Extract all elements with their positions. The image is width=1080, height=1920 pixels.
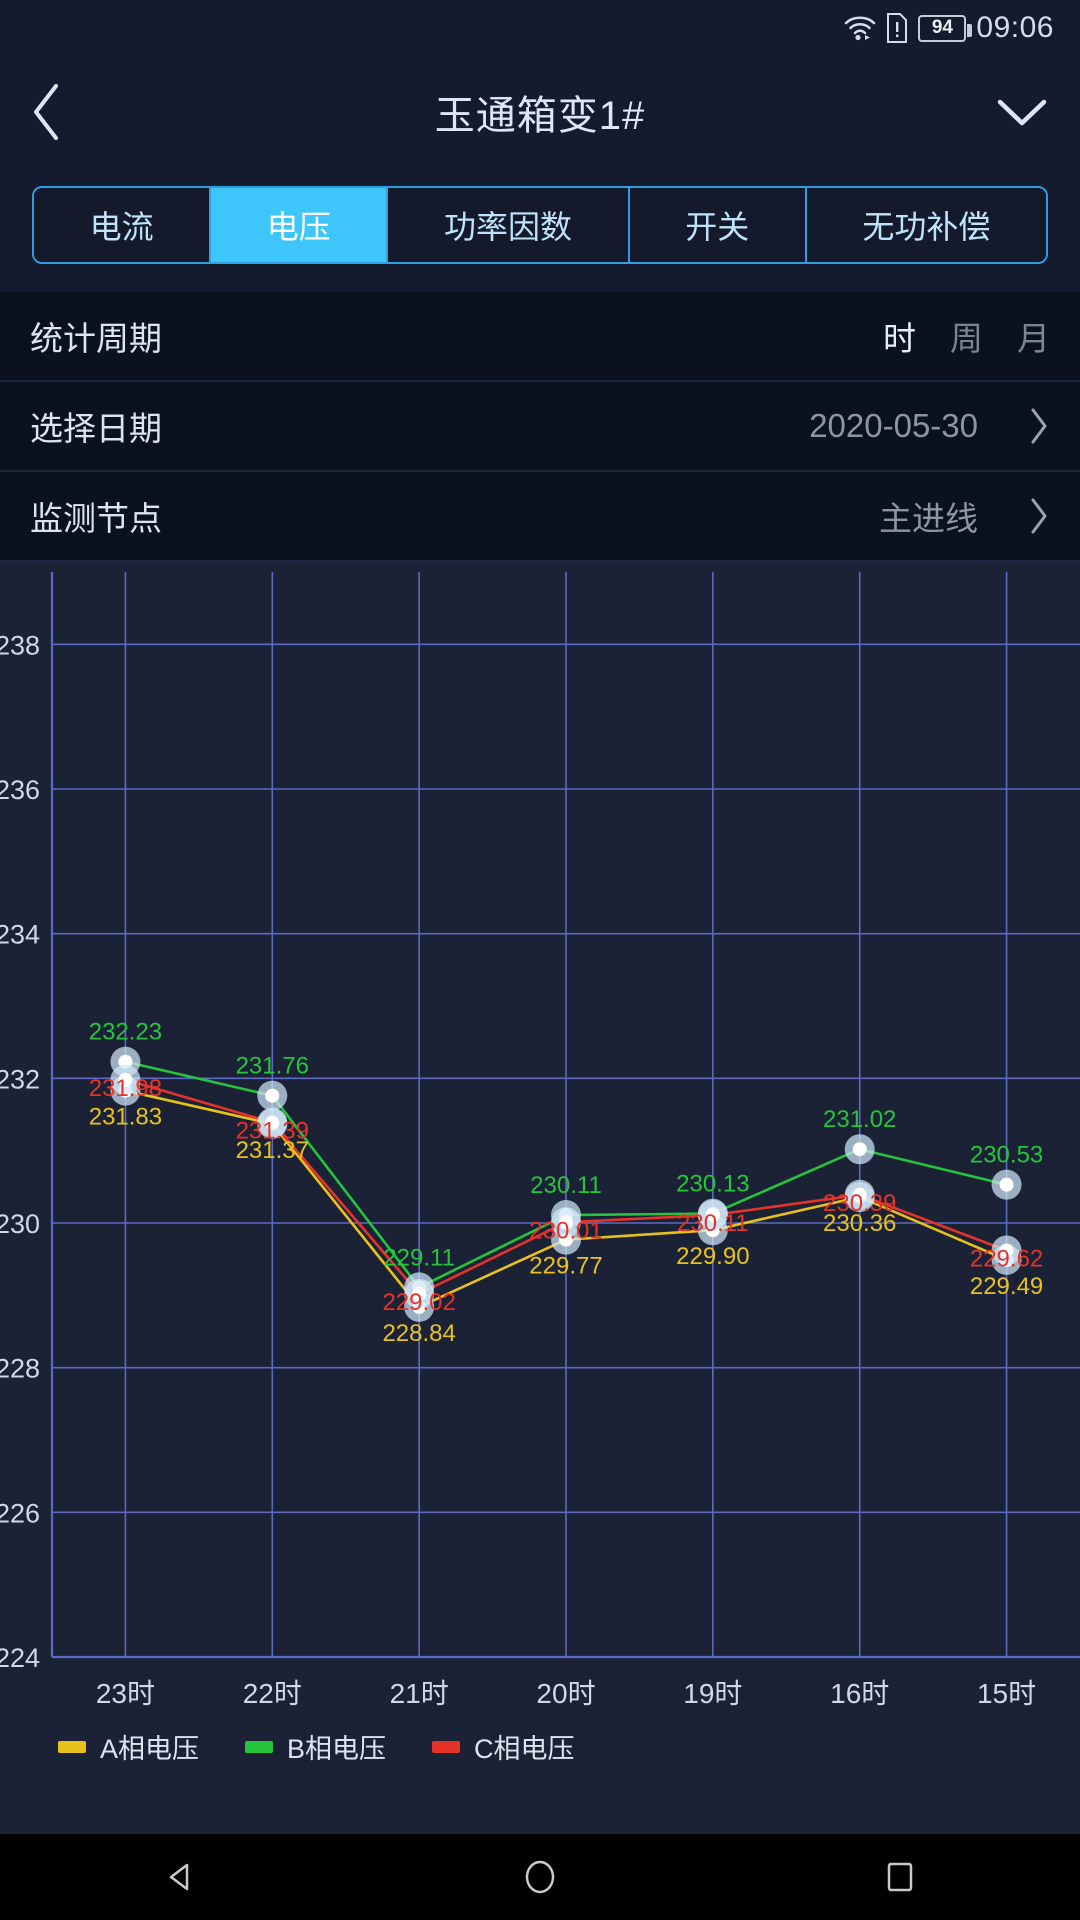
y-axis-tick: 234 <box>0 920 40 950</box>
legend-item-b-phase[interactable]: B相电压 <box>245 1727 386 1766</box>
period-option-month[interactable]: 月 <box>1017 312 1050 360</box>
date-label: 选择日期 <box>30 410 162 447</box>
data-point-label: 230.13 <box>676 1171 749 1198</box>
x-axis-tick: 22时 <box>243 1678 302 1709</box>
y-axis-tick: 224 <box>0 1643 40 1673</box>
data-point-label: 231.02 <box>823 1106 896 1133</box>
y-axis-tick: 232 <box>0 1064 40 1094</box>
chart-legend: A相电压 B相电压 C相电压 <box>0 1727 1080 1766</box>
x-axis-tick: 21时 <box>390 1678 449 1709</box>
node-value: 主进线 <box>879 500 978 537</box>
legend-label-b: B相电压 <box>287 1734 387 1764</box>
chevron-down-icon[interactable] <box>980 94 1050 130</box>
tab-switch[interactable]: 开关 <box>629 188 807 262</box>
tab-reactive-compensation[interactable]: 无功补偿 <box>806 188 1046 262</box>
voltage-line-chart: 224 226 228 230 232 234 236 238 23时 22时 21时 20时 19时 1… <box>0 562 1080 1852</box>
data-point-label: 231.39 <box>236 1117 309 1144</box>
period-option-hour[interactable]: 时 <box>883 312 916 360</box>
back-chevron-icon[interactable] <box>30 82 100 142</box>
row-select-date[interactable]: 选择日期 2020-05-30 <box>0 382 1080 472</box>
legend-swatch-b <box>245 1740 274 1753</box>
node-value-group: 主进线 <box>879 492 1050 540</box>
legend-swatch-a <box>58 1740 86 1753</box>
status-time: 09:06 <box>976 11 1054 44</box>
data-point-label: 229.90 <box>676 1243 749 1270</box>
app-screen: 94 09:06 玉通箱变1# 电流 电压 功率因数 开关 无功补偿 统计周期 <box>0 0 1080 1920</box>
wifi-icon <box>844 14 876 42</box>
period-option-week[interactable]: 周 <box>950 312 983 360</box>
data-point-label: 228.84 <box>382 1320 455 1347</box>
tab-group: 电流 电压 功率因数 开关 无功补偿 <box>32 186 1048 264</box>
x-axis-tick: 23时 <box>96 1678 155 1709</box>
row-statistics-period: 统计周期 时 周 月 <box>0 292 1080 382</box>
x-axis-tick: 16时 <box>830 1678 889 1709</box>
period-label: 统计周期 <box>30 320 162 357</box>
period-options: 时 周 月 <box>883 312 1050 360</box>
tab-bar: 电流 电压 功率因数 开关 无功补偿 <box>0 168 1080 292</box>
legend-item-c-phase[interactable]: C相电压 <box>432 1727 575 1766</box>
tab-voltage[interactable]: 电压 <box>211 188 389 262</box>
row-monitor-node[interactable]: 监测节点 主进线 <box>0 472 1080 562</box>
date-value-group: 2020-05-30 <box>809 406 1050 446</box>
tab-current[interactable]: 电流 <box>34 188 212 262</box>
legend-item-a-phase[interactable]: A相电压 <box>58 1727 199 1766</box>
data-point-label: 230.01 <box>529 1217 602 1244</box>
x-axis-tick: 20时 <box>536 1678 595 1709</box>
nav-home-icon[interactable] <box>480 1853 600 1901</box>
x-axis-tick: 19时 <box>683 1678 742 1709</box>
nav-back-icon[interactable] <box>120 1853 240 1901</box>
title-bar: 玉通箱变1# <box>0 56 1080 168</box>
nav-recents-icon[interactable] <box>840 1853 960 1901</box>
y-axis-tick: 236 <box>0 775 40 805</box>
data-point-label: 230.11 <box>530 1172 602 1199</box>
data-point-label: 230.11 <box>677 1210 749 1237</box>
data-point-label: 230.39 <box>823 1190 896 1217</box>
data-point-label: 229.49 <box>970 1273 1043 1300</box>
battery-indicator: 94 <box>918 14 973 42</box>
chevron-right-icon[interactable] <box>1028 406 1050 446</box>
android-nav-bar <box>0 1834 1080 1920</box>
y-axis-tick: 230 <box>0 1209 40 1239</box>
sim-alert-icon <box>886 13 908 43</box>
y-axis-tick: 238 <box>0 630 40 660</box>
status-bar: 94 09:06 <box>0 0 1080 56</box>
data-point-label: 229.02 <box>382 1289 455 1316</box>
node-label: 监测节点 <box>30 500 162 537</box>
battery-level: 94 <box>931 17 953 38</box>
data-point-label: 231.98 <box>89 1075 162 1102</box>
data-point-label: 232.23 <box>89 1019 162 1046</box>
page-title: 玉通箱变1# <box>434 94 646 138</box>
y-axis-tick: 226 <box>0 1498 40 1528</box>
data-point-label: 229.11 <box>383 1244 455 1271</box>
data-point-label: 231.76 <box>236 1053 309 1080</box>
data-point-label: 229.62 <box>970 1245 1043 1272</box>
chart-canvas: 224 226 228 230 232 234 236 238 23时 22时 21时 20时 19时 1… <box>0 562 1080 1852</box>
settings-rows: 统计周期 时 周 月 选择日期 2020-05-30 监测节点 主进线 <box>0 292 1080 562</box>
legend-label-c: C相电压 <box>474 1734 575 1764</box>
tab-power-factor[interactable]: 功率因数 <box>388 188 630 262</box>
chevron-right-icon[interactable] <box>1028 496 1050 536</box>
data-point-label: 230.53 <box>970 1142 1043 1169</box>
y-axis-tick: 228 <box>0 1354 40 1384</box>
date-value: 2020-05-30 <box>809 407 978 444</box>
legend-label-a: A相电压 <box>100 1734 200 1764</box>
legend-swatch-c <box>432 1740 461 1753</box>
data-point-label: 229.77 <box>529 1253 602 1280</box>
x-axis-tick: 15时 <box>977 1678 1036 1709</box>
data-point-label: 231.83 <box>89 1104 162 1131</box>
